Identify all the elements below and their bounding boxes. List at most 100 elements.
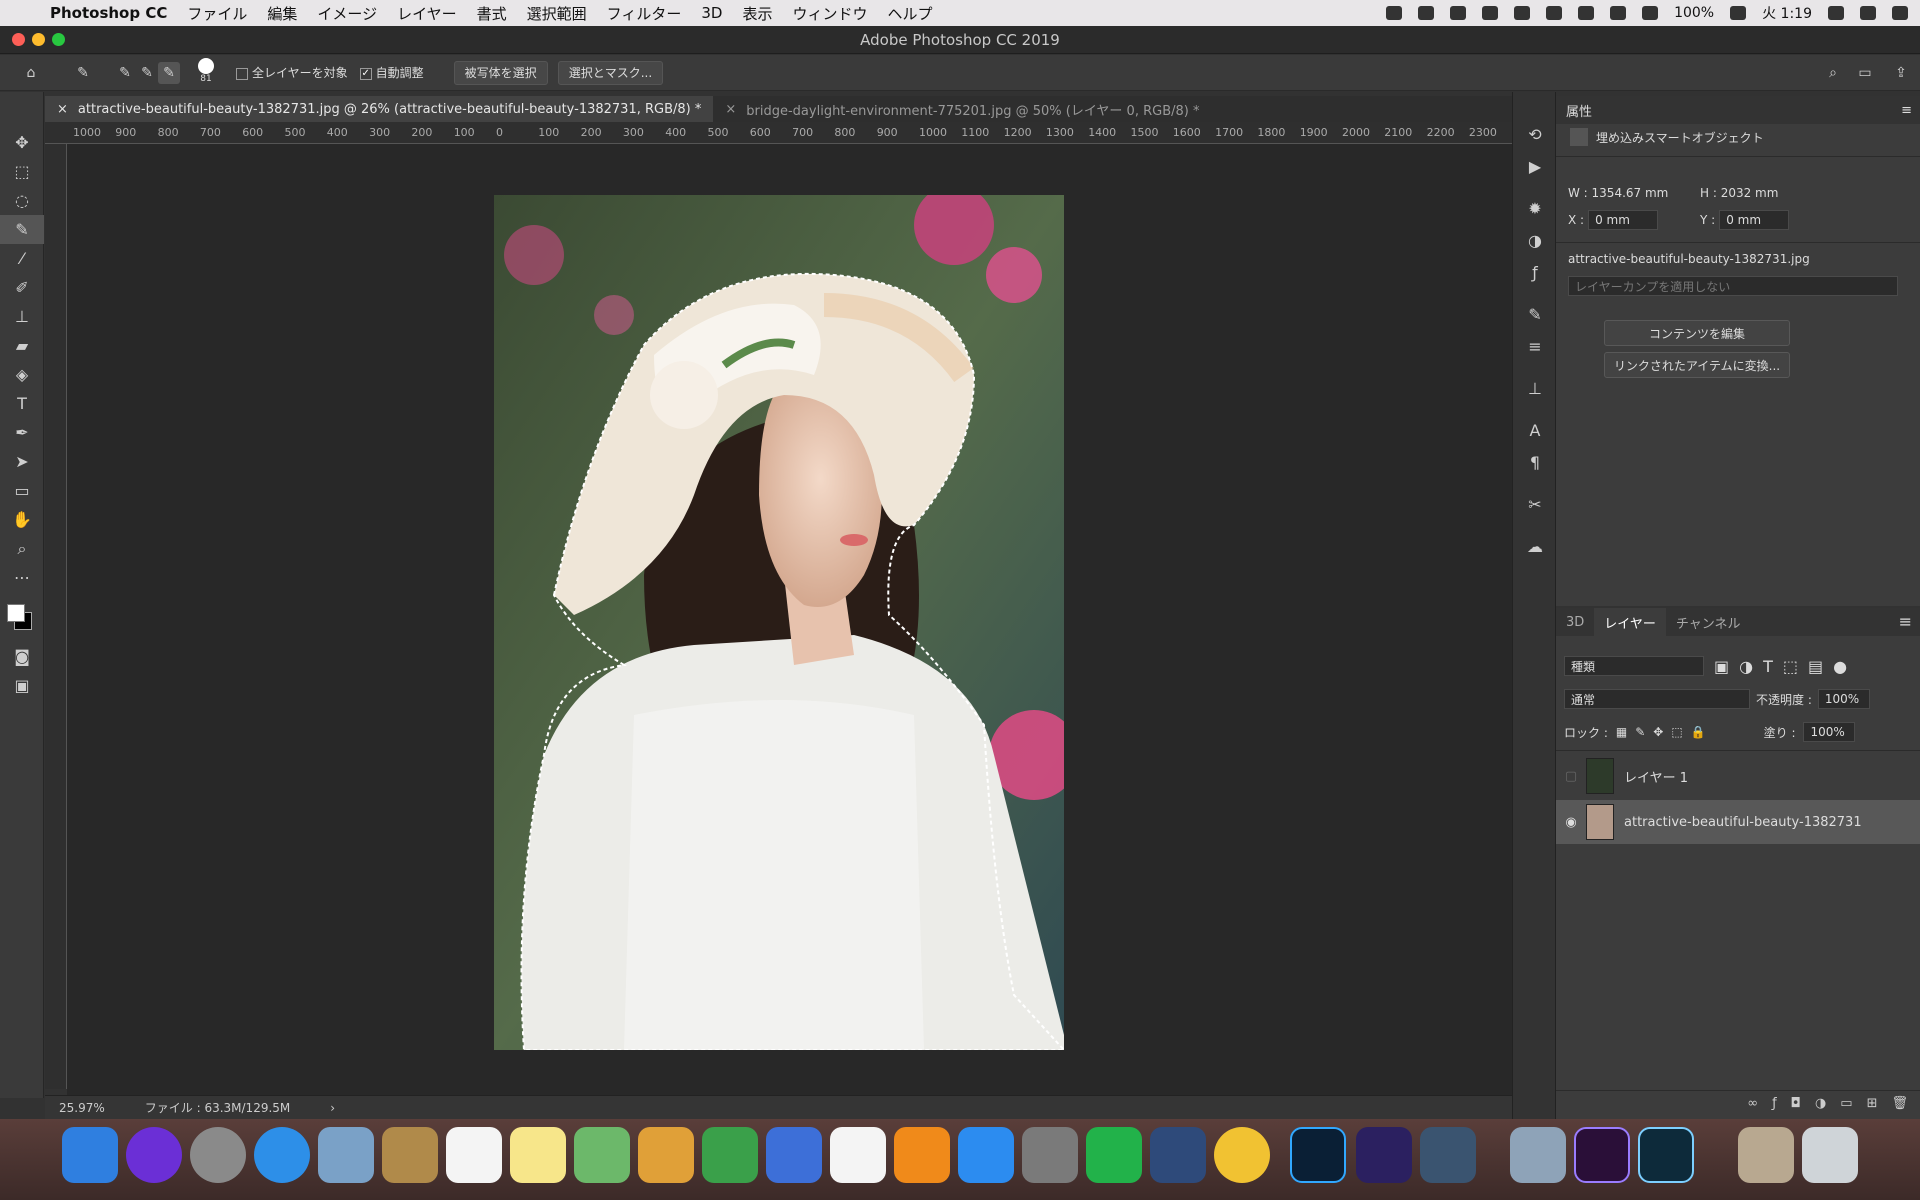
hand-tool-icon[interactable]: ✋: [0, 505, 44, 534]
photoshop-icon[interactable]: [1290, 1127, 1346, 1183]
stamp-tool-icon[interactable]: ⊥: [0, 302, 44, 331]
lightroom-icon[interactable]: [1638, 1127, 1694, 1183]
notes-icon[interactable]: [510, 1127, 566, 1183]
new-layer-icon[interactable]: ⊞: [1867, 1096, 1878, 1111]
flag-icon[interactable]: [1730, 6, 1747, 20]
eraser-tool-icon[interactable]: ▰: [0, 331, 44, 360]
panel-menu-icon[interactable]: ≡: [1899, 608, 1912, 636]
tab-document-2[interactable]: × bridge-daylight-environment-775201.jpg…: [713, 96, 1211, 122]
quick-selection-preset-icon[interactable]: ✎: [72, 62, 94, 84]
home-icon[interactable]: ⌂: [20, 62, 42, 84]
filter-type-icon[interactable]: T: [1763, 657, 1773, 676]
blend-mode-select[interactable]: 通常: [1564, 689, 1750, 709]
line-icon[interactable]: [1086, 1127, 1142, 1183]
dropbox-icon[interactable]: [1418, 6, 1435, 20]
select-and-mask-button[interactable]: 選択とマスク...: [557, 60, 664, 85]
maps-icon[interactable]: [574, 1127, 630, 1183]
chrome-icon[interactable]: [1214, 1127, 1270, 1183]
add-mask-icon[interactable]: ◘: [1791, 1096, 1801, 1111]
new-group-icon[interactable]: ▭: [1840, 1096, 1852, 1111]
spotlight-icon[interactable]: [1828, 6, 1844, 20]
menu-window[interactable]: ウィンドウ: [792, 3, 867, 24]
siri-icon[interactable]: [126, 1127, 182, 1183]
wifi-icon[interactable]: [1610, 6, 1627, 20]
lock-position-icon[interactable]: ✥: [1653, 725, 1663, 739]
tab-document-1[interactable]: × attractive-beautiful-beauty-1382731.jp…: [45, 96, 714, 122]
app-store-icon[interactable]: [958, 1127, 1014, 1183]
layer-comp-select[interactable]: レイヤーカンプを適用しない: [1568, 276, 1898, 296]
layer-style-icon[interactable]: ƒ: [1772, 1096, 1777, 1111]
close-tab-icon[interactable]: ×: [725, 102, 736, 117]
marquee-tool-icon[interactable]: ⬚: [0, 157, 44, 186]
new-adjustment-icon[interactable]: ◑: [1815, 1096, 1826, 1111]
layer-row-layer-1[interactable]: ▢ レイヤー 1: [1556, 754, 1920, 798]
brush-tool-icon[interactable]: ✐: [0, 273, 44, 302]
lock-pixels-icon[interactable]: ✎: [1635, 725, 1645, 739]
calendar-icon[interactable]: [446, 1127, 502, 1183]
trash-icon[interactable]: [1802, 1127, 1858, 1183]
stack-icon[interactable]: [1514, 6, 1531, 20]
fx-icon[interactable]: ƒ: [1513, 256, 1557, 288]
history-icon[interactable]: ⟲: [1513, 118, 1557, 150]
calendar-icon[interactable]: [1482, 6, 1499, 20]
select-subject-button[interactable]: 被写体を選択: [453, 60, 548, 85]
more-tools-icon[interactable]: ⋯: [0, 563, 44, 592]
sample-all-layers-checkbox[interactable]: 全レイヤーを対象: [236, 64, 348, 81]
pages-icon[interactable]: [638, 1127, 694, 1183]
launchpad-icon[interactable]: [190, 1127, 246, 1183]
finder-icon[interactable]: [62, 1127, 118, 1183]
lock-transparency-icon[interactable]: ▦: [1616, 725, 1627, 739]
visibility-eye-icon[interactable]: ◉: [1556, 815, 1586, 830]
edit-contents-button[interactable]: コンテンツを編集: [1604, 320, 1790, 346]
menu-image[interactable]: イメージ: [317, 3, 377, 24]
menu-file[interactable]: ファイル: [187, 3, 247, 24]
character-icon[interactable]: A: [1513, 414, 1557, 446]
safari-icon[interactable]: [254, 1127, 310, 1183]
mail-icon[interactable]: [318, 1127, 374, 1183]
share-icon[interactable]: ⇪: [1890, 62, 1912, 84]
paint-bucket-tool-icon[interactable]: ◈: [0, 360, 44, 389]
lasso-tool-icon[interactable]: ◌: [0, 186, 44, 215]
delete-layer-icon[interactable]: 🗑: [1891, 1096, 1908, 1111]
tab-3d[interactable]: 3D: [1556, 608, 1594, 636]
brush-size-picker[interactable]: 81: [194, 57, 218, 88]
itunes-icon[interactable]: [830, 1127, 886, 1183]
notification-center-icon[interactable]: [1892, 6, 1908, 20]
pen-tool-icon[interactable]: ✒: [0, 418, 44, 447]
visibility-off-icon[interactable]: ▢: [1556, 769, 1586, 784]
rectangle-tool-icon[interactable]: ▭: [0, 476, 44, 505]
downloads-stack-icon[interactable]: [1738, 1127, 1794, 1183]
foreground-color-swatch[interactable]: [7, 604, 25, 622]
subtract-selection-icon[interactable]: ✎: [158, 61, 180, 84]
search-icon[interactable]: ⌕: [1822, 62, 1844, 84]
close-window-button[interactable]: [12, 33, 25, 46]
adjustments-icon[interactable]: ✹: [1513, 192, 1557, 224]
link-layers-icon[interactable]: ∞: [1747, 1096, 1758, 1111]
clock[interactable]: 火 1:19: [1762, 3, 1812, 23]
layer-filter-select[interactable]: 種類: [1564, 656, 1704, 676]
document-image[interactable]: [494, 195, 1064, 1050]
creative-cloud-icon[interactable]: [1450, 6, 1467, 20]
time-machine-icon[interactable]: [1546, 6, 1563, 20]
app-icon[interactable]: [1420, 1127, 1476, 1183]
bluetooth-icon[interactable]: [1578, 6, 1595, 20]
media-encoder-icon[interactable]: [1356, 1127, 1412, 1183]
zoom-level[interactable]: 25.97%: [59, 1101, 105, 1115]
y-input[interactable]: 0 mm: [1719, 210, 1790, 230]
menu-view[interactable]: 表示: [742, 3, 772, 24]
convert-to-linked-button[interactable]: リンクされたアイテムに変換...: [1604, 352, 1790, 378]
siri-icon[interactable]: [1860, 6, 1876, 20]
status-menu-arrow-icon[interactable]: ›: [330, 1101, 335, 1115]
screen-mode-icon[interactable]: ▣: [0, 671, 44, 700]
battery-percent[interactable]: 100%: [1674, 5, 1714, 21]
preview-icon[interactable]: [1510, 1127, 1566, 1183]
auto-enhance-checkbox[interactable]: ✓ 自動調整: [359, 64, 424, 81]
opacity-input[interactable]: 100%: [1817, 689, 1870, 709]
menu-filter[interactable]: フィルター: [607, 3, 682, 24]
menu-3d[interactable]: 3D: [701, 4, 722, 22]
color-swatches[interactable]: [0, 592, 43, 642]
menu-type[interactable]: 書式: [477, 3, 507, 24]
zoom-window-button[interactable]: [52, 33, 65, 46]
styles-icon[interactable]: ◑: [1513, 224, 1557, 256]
path-selection-tool-icon[interactable]: ➤: [0, 447, 44, 476]
